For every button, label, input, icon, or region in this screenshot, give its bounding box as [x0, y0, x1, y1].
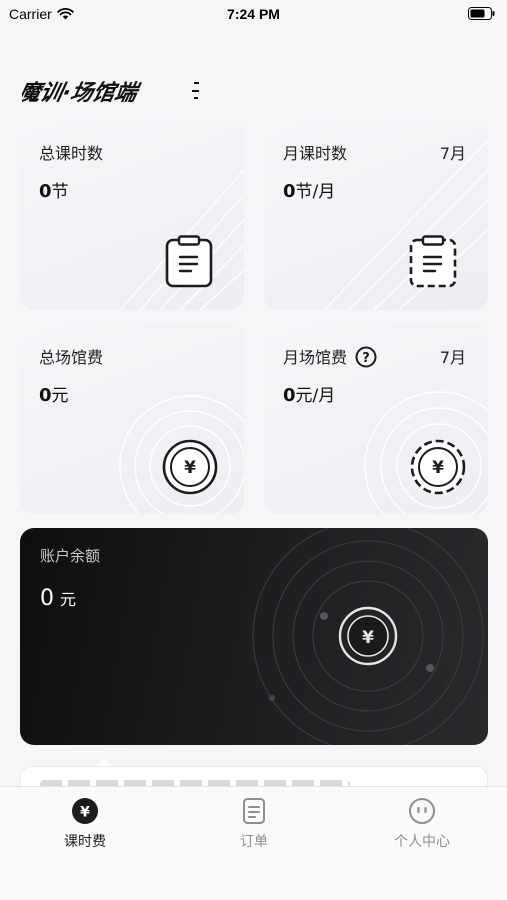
card-title: 月课时数 [283, 144, 348, 163]
card-value: 0节 [39, 181, 69, 202]
face-icon [409, 798, 435, 824]
account-balance-card[interactable]: ¥ 账户余额 0元 [20, 528, 488, 745]
svg-text:魔训·场馆端: 魔训·场馆端 [22, 80, 143, 106]
svg-text:¥: ¥ [80, 805, 90, 821]
tab-profile[interactable]: 个人中心 [362, 797, 482, 851]
app-logo: 魔训·场馆端 [22, 80, 199, 106]
tab-label: 课时费 [64, 834, 106, 850]
monthly-lessons-card[interactable]: 月课时数 7月 0节/月 [264, 120, 488, 310]
card-value: 0节/月 [283, 181, 336, 202]
month-label: 7月 [439, 348, 466, 367]
yen-coin-icon: ¥ [162, 439, 218, 495]
total-lessons-card[interactable]: 总课时数 0节 [20, 120, 244, 310]
card-title: 总场馆费 [39, 348, 104, 367]
help-icon[interactable]: ? [355, 346, 377, 368]
dashed-yen-coin-icon: ¥ [410, 439, 466, 495]
tab-bar: ¥ 课时费 订单 个人中心 [0, 786, 507, 900]
card-title: 总课时数 [39, 144, 104, 163]
status-bar: Carrier 7:24 PM [0, 0, 507, 28]
svg-text:¥: ¥ [432, 458, 444, 478]
balance-label: 账户余额 [40, 547, 101, 565]
monthly-venue-fee-card[interactable]: 月场馆费 ? 7月 0元/月 ¥ [264, 324, 488, 514]
tab-label: 订单 [240, 834, 268, 850]
document-icon [243, 798, 265, 824]
tab-label: 个人中心 [394, 834, 450, 850]
svg-text:¥: ¥ [184, 458, 196, 478]
clipboard-icon [165, 235, 213, 288]
yen-circle-icon: ¥ [72, 798, 98, 824]
yen-icon: ¥ [362, 628, 374, 648]
month-label: 7月 [439, 144, 466, 163]
svg-text:?: ? [362, 351, 370, 366]
tab-orders[interactable]: 订单 [194, 797, 314, 851]
card-value: 0元 [39, 385, 69, 406]
dashed-clipboard-icon [409, 235, 457, 288]
balance-amount: 0元 [40, 586, 77, 611]
card-value: 0元/月 [283, 385, 336, 406]
tab-lesson-fee[interactable]: ¥ 课时费 [25, 797, 145, 851]
card-title: 月场馆费 ? [283, 344, 377, 368]
clock: 7:24 PM [227, 6, 280, 22]
battery-icon [468, 7, 495, 20]
total-venue-fee-card[interactable]: 总场馆费 0元 ¥ [20, 324, 244, 514]
